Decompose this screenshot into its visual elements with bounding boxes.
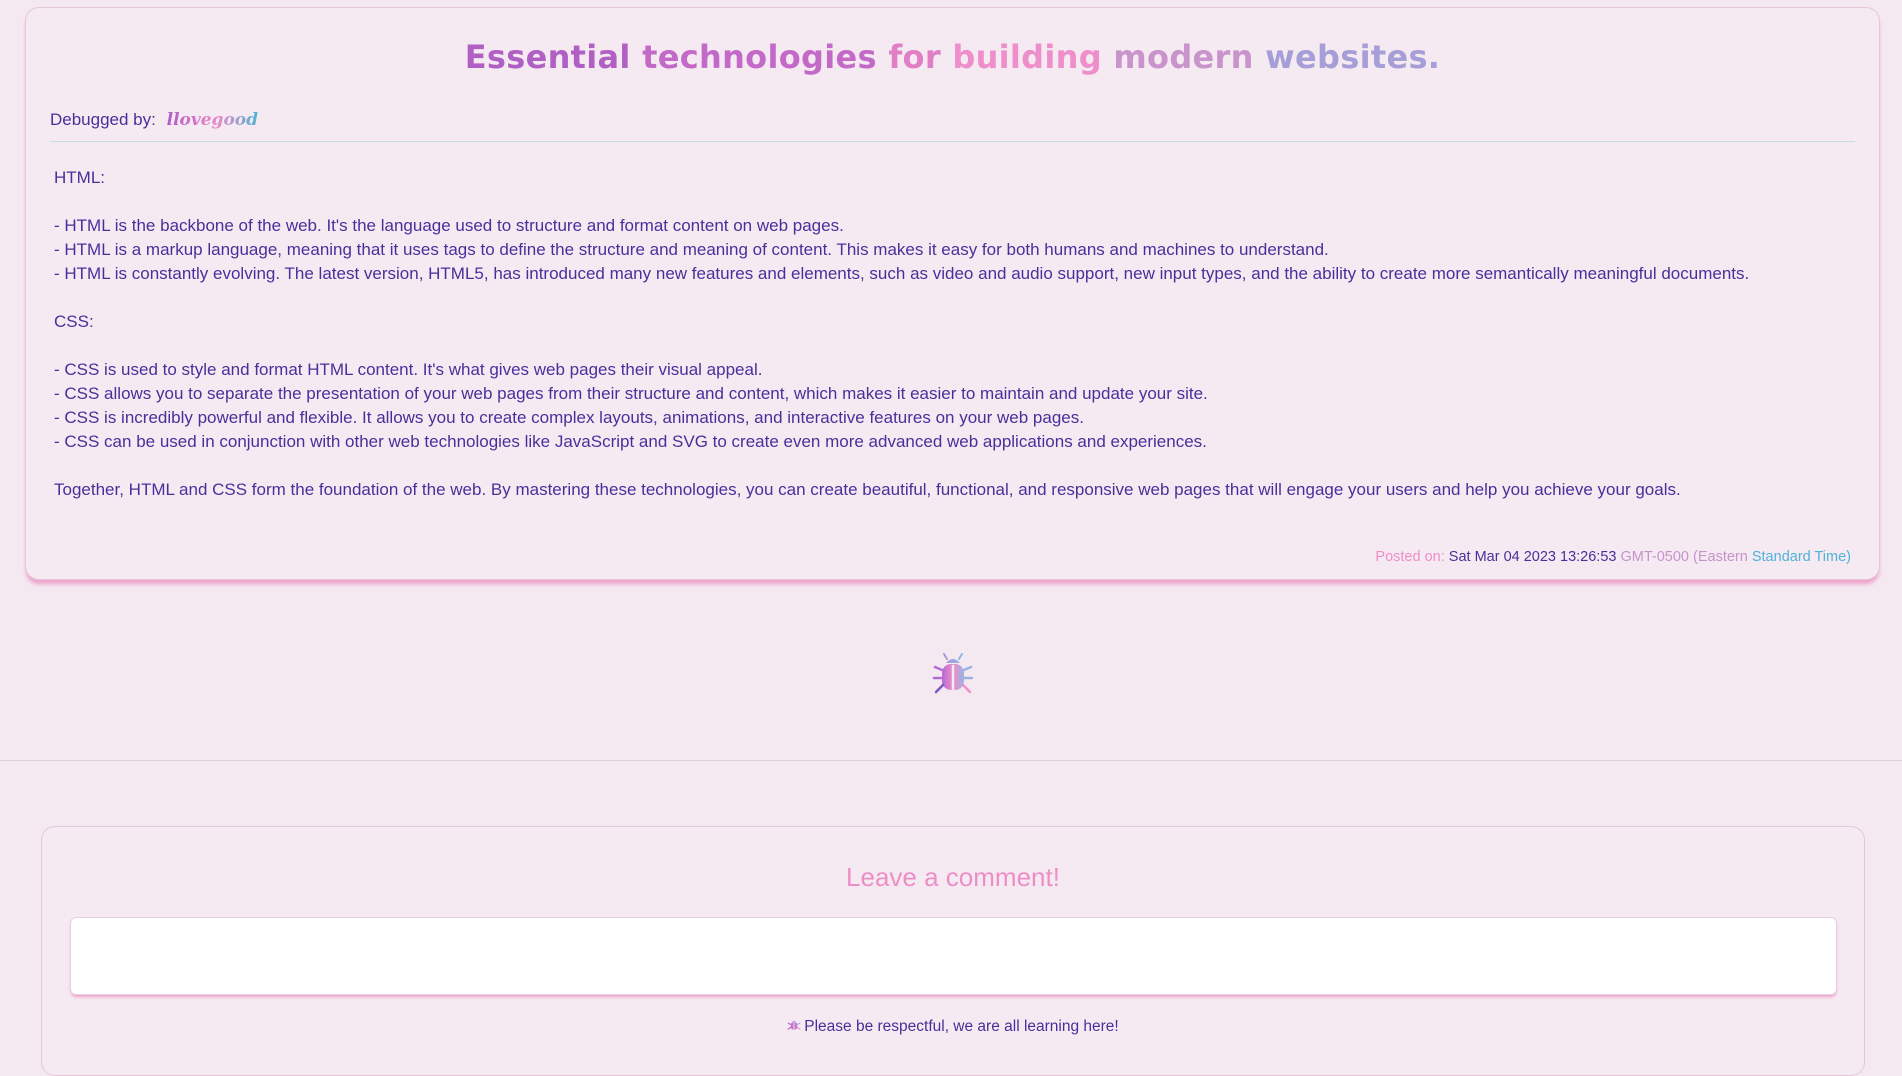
post-paragraph: - HTML is constantly evolving. The lates… — [54, 264, 1750, 283]
post-paragraph: - CSS is used to style and format HTML c… — [54, 360, 763, 379]
post-title-word: for — [888, 38, 941, 76]
post-divider — [50, 141, 1855, 142]
bug-icon — [932, 653, 974, 694]
posted-on: Posted on: Sat Mar 04 2023 13:26:53 GMT-… — [1375, 549, 1851, 565]
post-body: HTML: - HTML is the backbone of the web.… — [54, 166, 1844, 502]
post-title: Essential technologies for building mode… — [26, 38, 1879, 76]
comment-guideline-text: Please be respectful, we are all learnin… — [804, 1018, 1119, 1035]
post-paragraph: - CSS can be used in conjunction with ot… — [54, 432, 1207, 451]
bug-icon — [787, 1020, 801, 1030]
post-title-word: Essential — [464, 38, 631, 76]
post-paragraph: Together, HTML and CSS form the foundati… — [54, 480, 1681, 499]
comment-guideline: Please be respectful, we are all learnin… — [42, 1018, 1864, 1036]
post-title-word: websites. — [1265, 38, 1441, 76]
post-title-word: technologies — [642, 38, 877, 76]
debugged-by-label: Debugged by: — [50, 110, 156, 129]
posted-on-timezone-name: Standard Time) — [1751, 549, 1851, 565]
post-title-word: modern — [1113, 38, 1254, 76]
post-paragraph: - CSS allows you to separate the present… — [54, 384, 1208, 403]
debugger-username-link[interactable]: llovegood — [167, 110, 258, 130]
comment-section: Leave a comment! Please be respectful, w… — [41, 826, 1865, 1076]
posted-on-date: Sat Mar 04 2023 13:26:53 — [1448, 549, 1617, 565]
post-paragraph: - HTML is the backbone of the web. It's … — [54, 216, 844, 235]
debugged-by: Debugged by: llovegood — [50, 110, 258, 130]
posted-on-timezone: GMT-0500 (Eastern — [1620, 549, 1748, 565]
post-paragraph: - CSS is incredibly powerful and flexibl… — [54, 408, 1084, 427]
post-paragraph: - HTML is a markup language, meaning tha… — [54, 240, 1329, 259]
post-title-word: building — [952, 38, 1102, 76]
section-divider — [0, 760, 1902, 761]
posted-on-label: Posted on: — [1375, 549, 1445, 565]
post-paragraph: CSS: — [54, 312, 94, 331]
post-paragraph: HTML: — [54, 168, 105, 187]
comment-input[interactable] — [70, 917, 1837, 995]
post-card: Essential technologies for building mode… — [25, 7, 1880, 580]
comment-section-title: Leave a comment! — [846, 862, 1060, 892]
